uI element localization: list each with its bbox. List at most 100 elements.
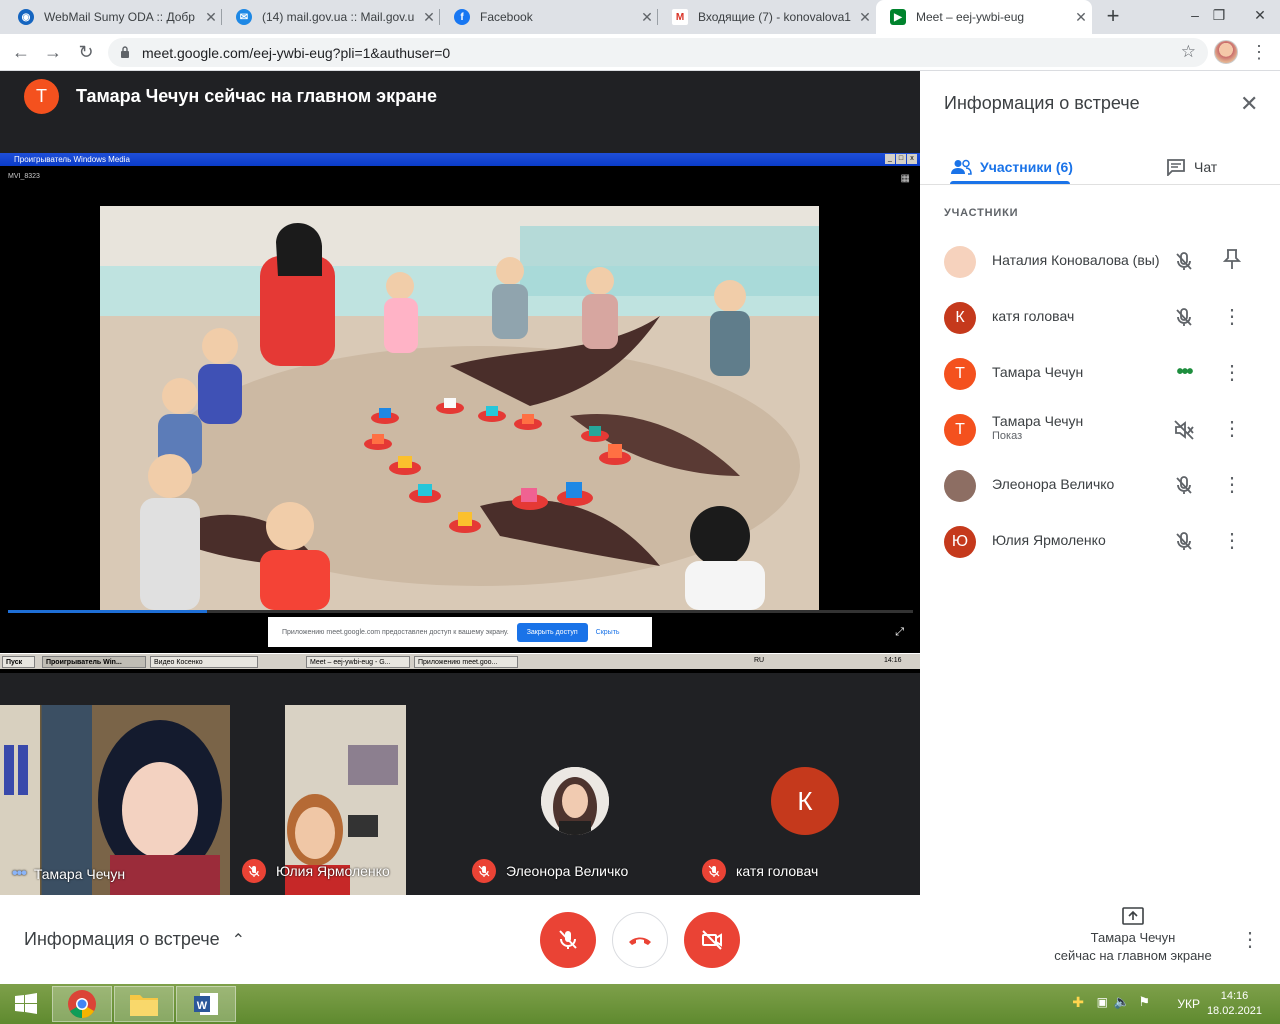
profile-avatar[interactable]: [1214, 40, 1238, 64]
camera-toggle-button[interactable]: [684, 912, 740, 968]
close-tab-icon[interactable]: ✕: [854, 9, 876, 26]
explorer-taskbar-button[interactable]: [114, 986, 174, 1022]
forward-icon[interactable]: →: [40, 40, 66, 66]
more-options-icon[interactable]: ⋮: [1222, 416, 1242, 444]
participant-tile[interactable]: Элеонора Величко: [460, 705, 690, 895]
language-indicator[interactable]: УКР: [1177, 997, 1200, 1011]
bookmark-star-icon[interactable]: ☆: [1181, 42, 1196, 62]
browser-tab-webmail[interactable]: ◉ WebMail Sumy ODA :: Добр ✕: [4, 0, 222, 34]
tab-title: Meet – eej-ywbi-eug: [916, 10, 1025, 24]
tab-chat-label: Чат: [1194, 159, 1218, 175]
xp-taskbar: Пуск Проигрыватель Win... Видео Косенко …: [0, 653, 920, 669]
gmail-icon: M: [672, 9, 688, 25]
more-options-icon[interactable]: ⋮: [1240, 927, 1260, 952]
minimize-icon: _: [885, 154, 895, 164]
new-tab-button[interactable]: +: [1100, 5, 1126, 29]
word-taskbar-button[interactable]: W: [176, 986, 236, 1022]
speaking-indicator-icon[interactable]: •••: [1172, 362, 1196, 386]
browser-tab-mailgov[interactable]: ✉ (14) mail.gov.ua :: Mail.gov.u ✕: [222, 0, 440, 34]
media-view-icon: ▦: [900, 173, 910, 184]
lock-icon: [121, 46, 129, 58]
participant-avatar: Т: [944, 358, 976, 390]
leave-call-button[interactable]: [612, 912, 668, 968]
system-clock[interactable]: 14:16 18.02.2021: [1207, 989, 1262, 1019]
chrome-menu-icon[interactable]: ⋮: [1250, 40, 1268, 64]
participant-row[interactable]: Наталия Коновалова (вы): [920, 234, 1280, 290]
participant-row[interactable]: Ю Юлия Ярмоленко ⋮: [920, 514, 1280, 570]
more-options-icon[interactable]: ⋮: [1222, 304, 1242, 332]
participant-tile[interactable]: К катя головач: [690, 705, 920, 895]
mic-off-icon[interactable]: [1172, 306, 1196, 330]
flag-icon[interactable]: ⚑: [1138, 994, 1150, 1010]
tile-name: Юлия Ярмоленко: [242, 859, 390, 883]
globe-icon: ◉: [18, 9, 34, 25]
participant-name: Элеонора Величко: [992, 476, 1115, 492]
participant-name: Тамара Чечун: [992, 413, 1084, 429]
network-icon[interactable]: ▣: [1097, 995, 1108, 1009]
more-options-icon[interactable]: ⋮: [1222, 528, 1242, 556]
participant-name: Юлия Ярмоленко: [992, 532, 1106, 548]
mic-off-icon: [242, 859, 266, 883]
divider: [920, 184, 1280, 185]
close-tab-icon[interactable]: ✕: [636, 9, 658, 26]
xp-lang: RU: [754, 657, 765, 664]
present-screen-icon: [1122, 907, 1144, 925]
volume-icon[interactable]: 🔈: [1114, 994, 1130, 1010]
windows-start-button[interactable]: [0, 986, 52, 1022]
stop-sharing-button: Закрыть доступ: [516, 622, 588, 642]
fullscreen-icon: ⤢: [895, 626, 904, 638]
mic-toggle-button[interactable]: [540, 912, 596, 968]
restore-icon[interactable]: ❐: [1204, 0, 1234, 34]
meeting-details-toggle[interactable]: Информация о встрече ⌃: [24, 929, 245, 950]
presenting-status[interactable]: Тамара Чечун сейчас на главном экране: [1040, 907, 1226, 965]
omnibox[interactable]: meet.google.com/eej-ywbi-eug?pli=1&authu…: [108, 38, 1208, 67]
close-tab-icon[interactable]: ✕: [200, 9, 222, 26]
presenter-banner: Т Тамара Чечун сейчас на главном экране: [24, 78, 437, 114]
mail-icon: ✉: [236, 9, 252, 25]
mic-off-icon[interactable]: [1172, 474, 1196, 498]
chevron-up-icon: ⌃: [231, 931, 246, 949]
mic-off-icon[interactable]: [1172, 530, 1196, 554]
close-tab-icon[interactable]: ✕: [1070, 9, 1092, 26]
close-tab-icon[interactable]: ✕: [418, 9, 440, 26]
mic-off-icon: [559, 930, 577, 949]
address-bar: ← → ↻ meet.google.com/eej-ywbi-eug?pli=1…: [0, 34, 1280, 71]
participant-tile[interactable]: ••• Тамара Чечун: [0, 705, 230, 895]
more-options-icon[interactable]: ⋮: [1222, 472, 1242, 500]
tab-title: Входящие (7) - konovalova1: [698, 10, 851, 24]
close-panel-icon[interactable]: ✕: [1240, 91, 1258, 117]
present-line-2: сейчас на главном экране: [1054, 948, 1212, 963]
xp-window-controls: _ □ x: [885, 154, 917, 164]
browser-tab-strip: ◉ WebMail Sumy ODA :: Добр ✕ ✉ (14) mail…: [0, 0, 1280, 34]
chrome-icon: [68, 990, 96, 1018]
mic-off-icon[interactable]: [1172, 250, 1196, 274]
browser-tab-gmail[interactable]: M Входящие (7) - konovalova1 ✕: [658, 0, 876, 34]
participant-row[interactable]: Элеонора Величко ⋮: [920, 458, 1280, 514]
camera-off-icon: [702, 930, 722, 950]
notification-icon[interactable]: ✚: [1072, 994, 1084, 1011]
volume-off-icon[interactable]: [1172, 418, 1196, 442]
more-options-icon[interactable]: ⋮: [1222, 360, 1242, 388]
participant-row[interactable]: Т Тамара Чечун Показ ⋮: [920, 402, 1280, 458]
browser-tab-facebook[interactable]: f Facebook ✕: [440, 0, 658, 34]
presenter-text: Тамара Чечун сейчас на главном экране: [76, 85, 437, 106]
xp-clock: 14:16: [884, 657, 902, 664]
chrome-taskbar-button[interactable]: [52, 986, 112, 1022]
close-window-icon[interactable]: ✕: [1240, 0, 1280, 34]
back-icon[interactable]: ←: [8, 40, 34, 66]
participant-tile[interactable]: Юлия Ярмоленко: [230, 705, 406, 895]
participant-row[interactable]: Т Тамара Чечун ••• ⋮: [920, 346, 1280, 402]
tile-name: катя головач: [702, 859, 818, 883]
clock-time: 14:16: [1220, 990, 1249, 1002]
participant-avatar: Т: [944, 414, 976, 446]
tab-chat[interactable]: Чат: [1166, 149, 1217, 185]
reload-icon[interactable]: ↻: [73, 40, 99, 66]
tab-participants[interactable]: Участники (6): [950, 149, 1073, 185]
tile-name: Элеонора Величко: [472, 859, 628, 883]
xp-task-item: Проигрыватель Win...: [42, 656, 146, 668]
panel-title: Информация о встрече: [944, 93, 1140, 113]
browser-tab-meet[interactable]: ▶ Meet – eej-ywbi-eug ✕: [876, 0, 1092, 34]
pin-icon[interactable]: [1222, 248, 1242, 276]
participant-row[interactable]: Ккатя головач ⋮: [920, 290, 1280, 346]
participant-name: Тамара Чечун: [992, 364, 1084, 380]
